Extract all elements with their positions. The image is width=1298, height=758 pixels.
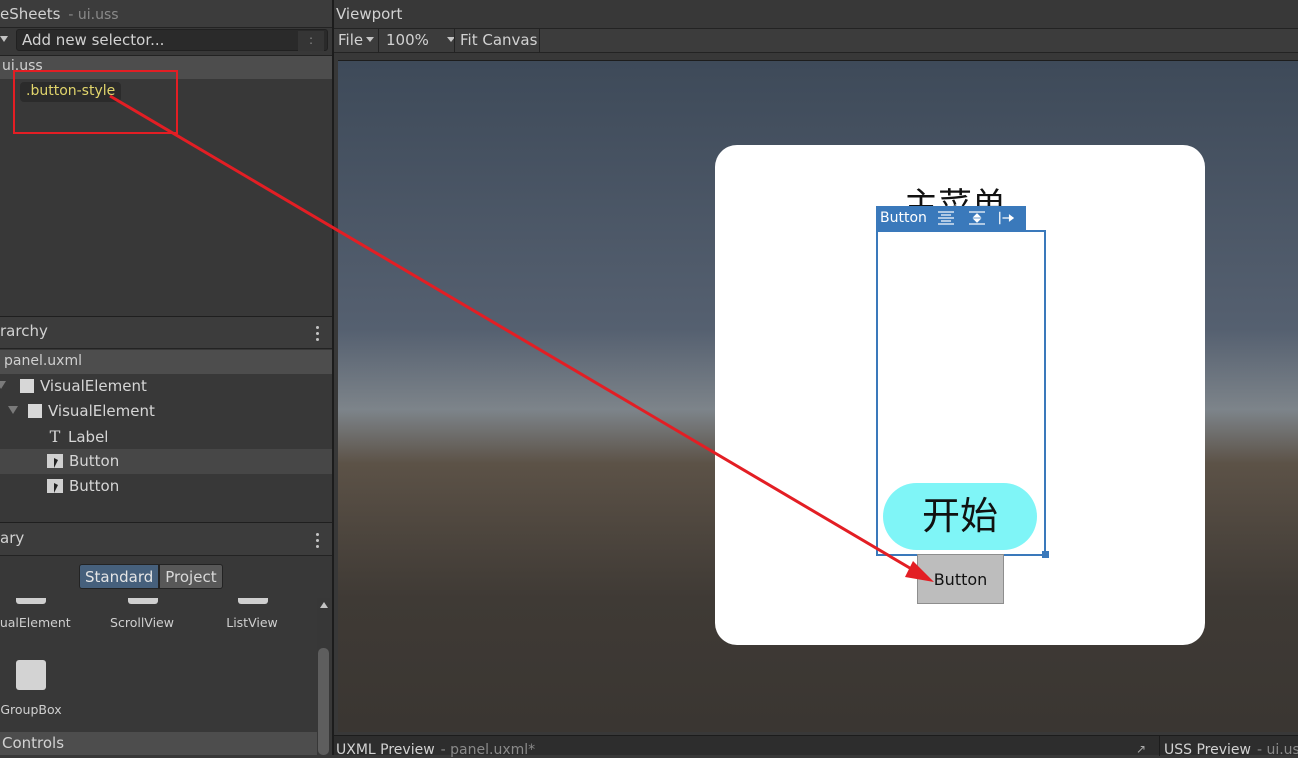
stylesheets-title-text: eSheets: [0, 5, 61, 23]
hierarchy-file-bar[interactable]: panel.uxml: [0, 350, 332, 374]
groupbox-icon: [16, 660, 46, 690]
plain-button[interactable]: Button: [917, 554, 1004, 604]
visual-element-icon: [28, 404, 42, 418]
selection-tag: Button: [876, 206, 1026, 231]
library-item-visualelement[interactable]: sualElement: [0, 615, 82, 630]
scrollview-icon: [128, 598, 158, 604]
library-header: ary: [0, 522, 332, 556]
tree-item-label: Label: [68, 428, 109, 446]
tree-item-button[interactable]: Button: [0, 474, 332, 499]
listview-icon: [238, 598, 268, 604]
tree-item-label: VisualElement: [40, 377, 147, 395]
expand-arrow-icon[interactable]: [8, 406, 18, 414]
align-icon[interactable]: [938, 211, 954, 225]
add-selector-placeholder: Add new selector...: [22, 31, 165, 49]
scroll-thumb[interactable]: [318, 648, 329, 755]
selector-options-button[interactable]: :: [298, 31, 324, 51]
uss-file-label: ui.uss: [2, 58, 43, 74]
tree-item-label: Button: [69, 452, 120, 470]
uss-file-bar[interactable]: ui.uss: [0, 55, 332, 79]
library-item-groupbox[interactable]: GroupBox: [0, 702, 81, 717]
fit-canvas-button[interactable]: Fit Canvas: [460, 29, 537, 52]
tree-item-visualelement-child[interactable]: VisualElement: [0, 399, 332, 424]
button-icon: [47, 454, 63, 468]
uxml-preview-file: - panel.uxml*: [440, 742, 536, 758]
visual-element-icon: [16, 598, 46, 604]
preview-divider: [1159, 736, 1160, 756]
tree-item-visualelement-root[interactable]: VisualElement: [0, 374, 332, 399]
justify-icon[interactable]: [969, 211, 985, 225]
viewport-toolbar: File 100% Fit Canvas: [334, 28, 1298, 53]
preview-bar: UXML Preview - panel.uxml* ↗ USS Preview -…: [334, 735, 1298, 758]
uss-selector-list: [0, 79, 332, 315]
library-item-scrollview[interactable]: ScrollView: [92, 615, 192, 630]
resize-handle[interactable]: [1042, 551, 1049, 558]
tree-item-button-selected[interactable]: Button: [0, 449, 332, 474]
open-external-icon[interactable]: ↗: [1136, 742, 1150, 756]
tree-item-label: Button: [69, 477, 120, 495]
viewport-title: Viewport: [336, 5, 403, 23]
left-column: eSheets - ui.uss Add new selector... : ui…: [0, 0, 332, 755]
file-menu[interactable]: File: [338, 29, 375, 52]
viewport-panel: Viewport File 100% Fit Canvas UXML Previ…: [334, 0, 1298, 758]
selector-row: Add new selector... :: [0, 28, 332, 52]
hierarchy-title: rarchy: [0, 322, 48, 340]
stylesheet-dropdown-icon[interactable]: [0, 36, 8, 42]
uss-preview-file: - ui.uss: [1256, 742, 1298, 758]
text-t-icon: T: [49, 427, 61, 446]
stylesheets-file: - ui.uss: [68, 7, 119, 23]
library-item-listview[interactable]: ListView: [202, 615, 302, 630]
stylesheets-header: eSheets - ui.uss: [0, 0, 332, 28]
direction-icon[interactable]: [998, 211, 1014, 225]
tree-item-label[interactable]: T Label: [0, 424, 332, 449]
start-button[interactable]: 开始: [883, 483, 1037, 550]
chevron-down-icon: [366, 37, 375, 42]
expand-arrow-icon[interactable]: [0, 381, 6, 389]
add-selector-input[interactable]: Add new selector... :: [16, 29, 328, 51]
library-tabs: Standard Project: [79, 564, 223, 589]
button-icon: [47, 479, 63, 493]
hierarchy-file-label: panel.uxml: [4, 353, 82, 369]
zoom-value: 100%: [386, 31, 429, 49]
scroll-up-arrow-icon[interactable]: [320, 602, 328, 608]
uss-preview-label: USS Preview: [1164, 742, 1251, 758]
toolbar-divider: [378, 29, 379, 52]
hierarchy-header: rarchy: [0, 316, 332, 349]
visual-element-icon: [20, 379, 34, 393]
controls-section-label: Controls: [2, 734, 65, 752]
uxml-preview-label: UXML Preview: [336, 742, 435, 758]
tab-standard[interactable]: Standard: [79, 564, 160, 589]
toolbar-divider: [539, 29, 540, 52]
zoom-dropdown[interactable]: 100%: [386, 29, 455, 52]
library-menu-icon[interactable]: [316, 533, 320, 549]
hierarchy-menu-icon[interactable]: [316, 326, 320, 342]
controls-section-header[interactable]: Controls: [0, 732, 317, 755]
uss-preview-title: USS Preview - ui.uss: [1164, 742, 1298, 758]
tab-project[interactable]: Project: [159, 564, 223, 589]
selector-button-style[interactable]: .button-style: [20, 82, 122, 102]
toolbar-divider: [454, 29, 455, 52]
tree-item-label: VisualElement: [48, 402, 155, 420]
uxml-preview-title: UXML Preview - panel.uxml*: [336, 742, 535, 758]
stylesheets-title: eSheets - ui.uss: [0, 5, 119, 23]
selection-tag-label: Button: [880, 210, 927, 226]
library-title: ary: [0, 529, 25, 547]
file-menu-label: File: [338, 31, 364, 49]
